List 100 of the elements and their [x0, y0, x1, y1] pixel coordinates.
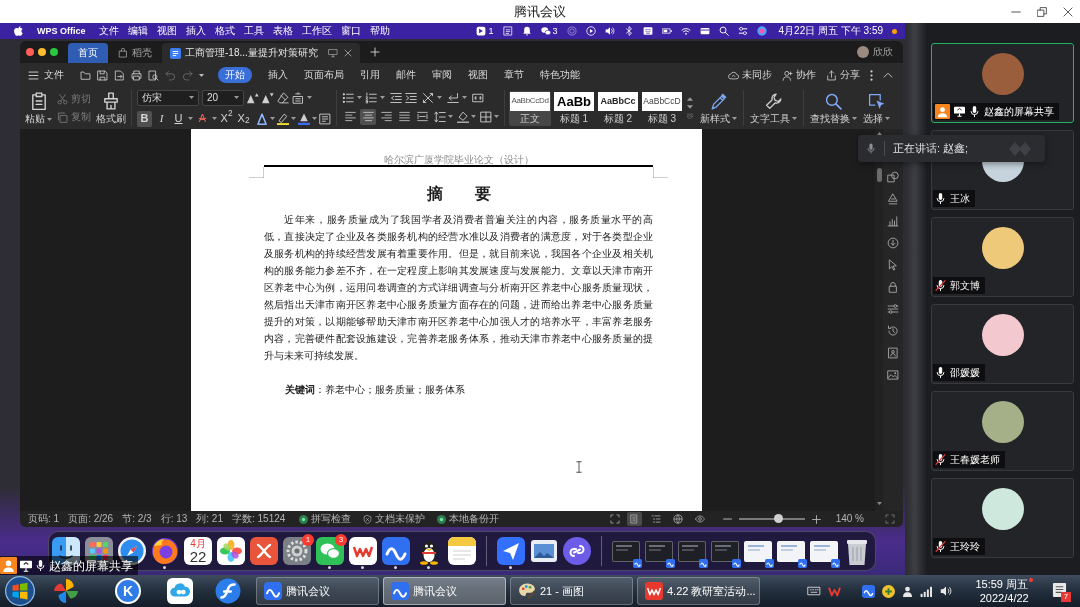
- contact-card-icon[interactable]: [887, 347, 899, 359]
- taskbar-button[interactable]: 4.22 教研室活动...: [637, 577, 760, 605]
- tab[interactable]: 工商管理-18...量提升对策研究: [162, 43, 360, 63]
- person-icon[interactable]: [902, 584, 914, 598]
- align-center-button[interactable]: [360, 108, 376, 125]
- style-option[interactable]: AaBbCcDd 正文: [509, 90, 551, 126]
- paper-plane-icon[interactable]: [497, 537, 525, 565]
- plus-icon[interactable]: [811, 514, 821, 524]
- keyboard-icon[interactable]: [642, 26, 653, 36]
- close-icon[interactable]: [1063, 6, 1073, 17]
- style-option[interactable]: AaBb 标题 1: [553, 90, 595, 126]
- apple-icon[interactable]: [14, 26, 23, 36]
- indent-icon[interactable]: [405, 91, 417, 104]
- sub-button[interactable]: X$_{2}$: [236, 110, 251, 127]
- plus-circle-icon[interactable]: [882, 584, 896, 598]
- card-icon[interactable]: [699, 26, 710, 36]
- close-icon[interactable]: [343, 49, 352, 57]
- protect-status[interactable]: 文档未保护: [363, 514, 426, 524]
- text-box-icon[interactable]: [292, 91, 304, 104]
- taskbar-button[interactable]: 腾讯会议: [383, 577, 506, 605]
- triangle-icon[interactable]: [887, 193, 899, 205]
- menu-item[interactable]: 文件: [98, 26, 119, 36]
- print-icon[interactable]: [131, 69, 142, 81]
- export-icon[interactable]: [114, 69, 125, 81]
- strike-button[interactable]: A: [195, 110, 210, 127]
- participant-tile[interactable]: 王春媛老师: [931, 391, 1074, 471]
- font-grow-icon[interactable]: [247, 91, 259, 104]
- more-icon[interactable]: [870, 69, 873, 81]
- menu-item[interactable]: 窗口: [340, 26, 361, 36]
- menu-item[interactable]: 编辑: [127, 26, 148, 36]
- keyboard-icon[interactable]: [807, 586, 822, 596]
- tab[interactable]: 首页: [68, 43, 108, 63]
- participant-tile[interactable]: 赵鑫的屏幕共享: [931, 43, 1074, 123]
- character-border-icon[interactable]: [319, 112, 331, 125]
- app-logo[interactable]: K: [115, 578, 141, 604]
- font-size-field[interactable]: 20: [202, 89, 244, 106]
- taskbar-button[interactable]: 21 - 画图: [510, 577, 633, 605]
- spell-status[interactable]: 拼写检查: [299, 514, 352, 524]
- lock-icon[interactable]: [887, 281, 899, 293]
- history-icon[interactable]: [887, 325, 899, 337]
- sync-button[interactable]: 未同步: [728, 69, 772, 81]
- scroll-down-icon[interactable]: [876, 502, 882, 505]
- bluetooth-icon[interactable]: [623, 26, 634, 36]
- window-thumbnail[interactable]: [645, 540, 673, 562]
- ribbon-tab[interactable]: 引用: [360, 67, 380, 83]
- fit-page-icon[interactable]: [609, 514, 620, 524]
- print-preview-icon[interactable]: [148, 69, 159, 81]
- bold-button[interactable]: B: [137, 110, 152, 127]
- participant-tile[interactable]: 王玲玲: [931, 478, 1074, 558]
- speaker-icon[interactable]: [940, 585, 953, 597]
- bar-chart-icon[interactable]: [887, 215, 899, 227]
- zoom-dot-icon[interactable]: [50, 48, 58, 56]
- slider-thumb[interactable]: [774, 514, 784, 523]
- chevron-up-icon[interactable]: [883, 72, 893, 78]
- sup-button[interactable]: X$^{2}$: [219, 110, 234, 127]
- folder-icon[interactable]: [80, 69, 91, 81]
- ribbon-tab[interactable]: 开始: [218, 67, 252, 83]
- highlighter-icon[interactable]: [277, 112, 289, 125]
- paste-button[interactable]: 粘贴: [25, 92, 52, 124]
- ribbon-tab[interactable]: 插入: [268, 67, 288, 83]
- collab-button[interactable]: 协作: [782, 69, 816, 81]
- tab[interactable]: 稻壳: [110, 43, 160, 63]
- page-view-button[interactable]: [626, 512, 642, 526]
- flame-globe-icon[interactable]: [151, 537, 179, 565]
- app-menu[interactable]: WPS Office: [37, 26, 86, 36]
- orb-icon[interactable]: [756, 26, 767, 36]
- scrollbar-thumb[interactable]: [876, 168, 882, 182]
- underline-button[interactable]: U: [171, 110, 186, 127]
- ribbon-tab[interactable]: 审阅: [432, 67, 452, 83]
- participant-tile[interactable]: 邵媛媛: [931, 304, 1074, 384]
- app-icon[interactable]: [476, 26, 487, 36]
- wifi-icon[interactable]: [680, 26, 691, 36]
- speaker-icon[interactable]: [604, 26, 615, 36]
- download-icon[interactable]: [887, 237, 899, 249]
- menu-item[interactable]: 表格: [272, 26, 293, 36]
- eye-view-button[interactable]: [692, 512, 708, 526]
- sliders-icon[interactable]: [887, 303, 899, 315]
- image-icon[interactable]: [887, 369, 899, 381]
- ribbon-tab[interactable]: 特色功能: [540, 67, 580, 83]
- bullet-list-icon[interactable]: [342, 91, 354, 104]
- user-name[interactable]: 欣欣: [873, 47, 893, 57]
- find-button[interactable]: 查找替换: [807, 90, 860, 126]
- style-option[interactable]: AaBbCcD 标题 3: [641, 90, 683, 126]
- text-tools-button[interactable]: 文字工具: [747, 90, 800, 126]
- ribbon-tab[interactable]: 章节: [504, 67, 524, 83]
- window-thumbnail[interactable]: [744, 540, 772, 562]
- columns-icon[interactable]: [472, 91, 484, 104]
- chat-bubbles-icon[interactable]: [540, 26, 551, 36]
- signal-bars-icon[interactable]: [920, 585, 934, 597]
- document-icon[interactable]: [502, 26, 513, 36]
- taskbar-button[interactable]: 腾讯会议: [256, 577, 379, 605]
- ribbon-tab[interactable]: 视图: [468, 67, 488, 83]
- battery-icon[interactable]: [661, 26, 672, 36]
- font-shrink-icon[interactable]: [262, 91, 274, 104]
- outline-view-button[interactable]: [648, 512, 664, 526]
- cursor-icon[interactable]: [887, 259, 899, 271]
- new-style-button[interactable]: 新样式: [697, 90, 740, 126]
- select-button[interactable]: 选择: [860, 90, 893, 126]
- toggle-icon[interactable]: [737, 26, 748, 36]
- ribbon-tab[interactable]: 页面布局: [304, 67, 344, 83]
